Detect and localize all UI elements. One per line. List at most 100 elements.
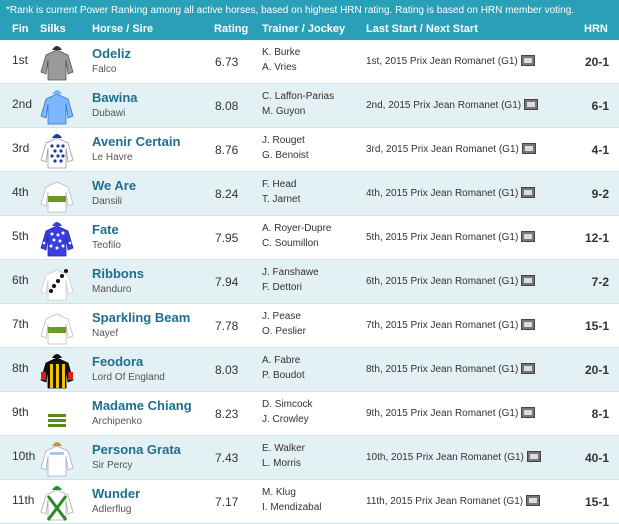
hrn-odds: 6-1 [591, 99, 609, 113]
trainer-link[interactable]: C. Laffon-Parias [262, 91, 334, 102]
horse-name-link[interactable]: Bawina [92, 90, 138, 105]
last-start-link[interactable]: 6th, 2015 Prix Jean Romanet (G1) [366, 276, 518, 287]
video-replay-icon[interactable] [521, 187, 536, 198]
last-start-link[interactable]: 9th, 2015 Prix Jean Romanet (G1) [366, 408, 518, 419]
last-start-link[interactable]: 8th, 2015 Prix Jean Romanet (G1) [366, 364, 518, 375]
jockey-link[interactable]: C. Soumillon [262, 238, 319, 249]
last-start-link[interactable]: 7th, 2015 Prix Jean Romanet (G1) [366, 320, 518, 331]
trainer-link[interactable]: M. Klug [262, 487, 296, 498]
jockey-silks-icon [40, 181, 74, 213]
table-row: 4th We Are Dansili 8.24 F. Head T. Jarnet 4th,… [0, 172, 619, 216]
last-start-link[interactable]: 11th, 2015 Prix Jean Romanet (G1) [366, 496, 523, 507]
finish-position: 5th [12, 229, 29, 243]
last-start-link[interactable]: 10th, 2015 Prix Jean Romanet (G1) [366, 452, 524, 463]
horse-name-link[interactable]: Madame Chiang [92, 398, 192, 413]
table-row: 10th Persona Grata Sir Percy 7.43 E. Walker L… [0, 436, 619, 480]
last-start-link[interactable]: 3rd, 2015 Prix Jean Romanet (G1) [366, 144, 519, 155]
last-start-link[interactable]: 5th, 2015 Prix Jean Romanet (G1) [366, 232, 518, 243]
trainer-link[interactable]: K. Burke [262, 47, 300, 58]
video-replay-icon[interactable] [521, 231, 536, 242]
hrn-odds: 40-1 [584, 451, 609, 465]
horse-name-link[interactable]: Fate [92, 222, 119, 237]
sire-link[interactable]: Falco [92, 64, 116, 75]
jockey-silks-icon [40, 90, 74, 125]
hrn-odds: 15-1 [584, 495, 609, 509]
last-start-link[interactable]: 4th, 2015 Prix Jean Romanet (G1) [366, 188, 518, 199]
hrn-odds: 7-2 [591, 275, 609, 289]
video-replay-icon[interactable] [521, 143, 536, 154]
jockey-silks-icon [40, 313, 74, 345]
video-replay-icon[interactable] [521, 407, 536, 418]
trainer-link[interactable]: J. Rouget [262, 135, 305, 146]
jockey-silks-icon [40, 442, 74, 477]
sire-link[interactable]: Dubawi [92, 108, 125, 119]
sire-link[interactable]: Manduro [92, 284, 131, 295]
jockey-link[interactable]: P. Boudot [262, 370, 305, 381]
video-replay-icon[interactable] [526, 495, 541, 506]
rating-value: 8.24 [215, 187, 239, 201]
last-start: 6th, 2015 Prix Jean Romanet (G1) [366, 275, 536, 287]
finish-position: 2nd [12, 97, 33, 111]
note-bar: *Rank is current Power Ranking among all… [0, 0, 619, 20]
video-replay-icon[interactable] [521, 363, 536, 374]
finish-position: 9th [12, 405, 29, 419]
sire-link[interactable]: Sir Percy [92, 460, 133, 471]
jockey-link[interactable]: I. Mendizabal [262, 502, 321, 513]
horse-name-link[interactable]: Ribbons [92, 266, 144, 281]
hrn-odds: 20-1 [584, 55, 609, 69]
video-replay-icon[interactable] [521, 319, 536, 330]
jockey-link[interactable]: A. Vries [262, 62, 297, 73]
jockey-link[interactable]: G. Benoist [262, 150, 309, 161]
sire-link[interactable]: Lord Of England [92, 372, 165, 383]
trainer-link[interactable]: F. Head [262, 179, 296, 190]
jockey-link[interactable]: M. Guyon [262, 106, 305, 117]
sire-link[interactable]: Nayef [92, 328, 118, 339]
rating-value: 7.78 [215, 319, 239, 333]
video-replay-icon[interactable] [521, 275, 536, 286]
trainer-link[interactable]: J. Fanshawe [262, 267, 319, 278]
table-row: 6th Ribbons Manduro 7.94 J. Fanshawe F. Detto… [0, 260, 619, 304]
horse-name-link[interactable]: Wunder [92, 486, 140, 501]
jockey-link[interactable]: J. Crowley [262, 414, 309, 425]
rating-value: 8.08 [215, 99, 239, 113]
horse-name-link[interactable]: Avenir Certain [92, 134, 180, 149]
horse-name-link[interactable]: Sparkling Beam [92, 310, 190, 325]
last-start: 10th, 2015 Prix Jean Romanet (G1) [366, 451, 541, 463]
header-trainer-jockey: Trainer / Jockey [262, 23, 346, 35]
sire-link[interactable]: Archipenko [92, 416, 142, 427]
hrn-odds: 9-2 [591, 187, 609, 201]
table-row: 2nd Bawina Dubawi 8.08 C. Laffon-Parias M. Gu… [0, 84, 619, 128]
video-replay-icon[interactable] [524, 99, 539, 110]
finish-position: 4th [12, 185, 29, 199]
horse-name-link[interactable]: Odeliz [92, 46, 131, 61]
ranking-note: *Rank is current Power Ranking among all… [6, 5, 575, 16]
jockey-link[interactable]: F. Dettori [262, 282, 302, 293]
trainer-link[interactable]: D. Simcock [262, 399, 313, 410]
sire-link[interactable]: Teofilo [92, 240, 121, 251]
trainer-link[interactable]: E. Walker [262, 443, 305, 454]
trainer-link[interactable]: A. Fabre [262, 355, 300, 366]
trainer-link[interactable]: J. Pease [262, 311, 301, 322]
last-start-link[interactable]: 1st, 2015 Prix Jean Romanet (G1) [366, 56, 518, 67]
sire-link[interactable]: Adlerflug [92, 504, 131, 515]
jockey-link[interactable]: L. Morris [262, 458, 301, 469]
last-start-link[interactable]: 2nd, 2015 Prix Jean Romanet (G1) [366, 100, 521, 111]
table-row: 9th Madame Chiang Archipenko 8.23 D. Simcock… [0, 392, 619, 436]
table-row: 7th Sparkling Beam Nayef 7.78 J. Pease O. Pes… [0, 304, 619, 348]
hrn-odds: 15-1 [584, 319, 609, 333]
trainer-link[interactable]: A. Royer-Dupre [262, 223, 331, 234]
horse-name-link[interactable]: Persona Grata [92, 442, 181, 457]
jockey-link[interactable]: O. Peslier [262, 326, 306, 337]
sire-link[interactable]: Le Havre [92, 152, 133, 163]
jockey-link[interactable]: T. Jarnet [262, 194, 300, 205]
video-replay-icon[interactable] [520, 55, 535, 66]
hrn-odds: 4-1 [591, 143, 609, 157]
horse-name-link[interactable]: We Are [92, 178, 136, 193]
horse-name-link[interactable]: Feodora [92, 354, 143, 369]
video-replay-icon[interactable] [526, 451, 541, 462]
header-silks: Silks [40, 23, 66, 35]
sire-link[interactable]: Dansili [92, 196, 122, 207]
last-start: 5th, 2015 Prix Jean Romanet (G1) [366, 231, 536, 243]
jockey-silks-icon [40, 134, 74, 169]
table-row: 11th Wunder Adlerflug 7.17 M. Klug I. Mendiza… [0, 480, 619, 524]
